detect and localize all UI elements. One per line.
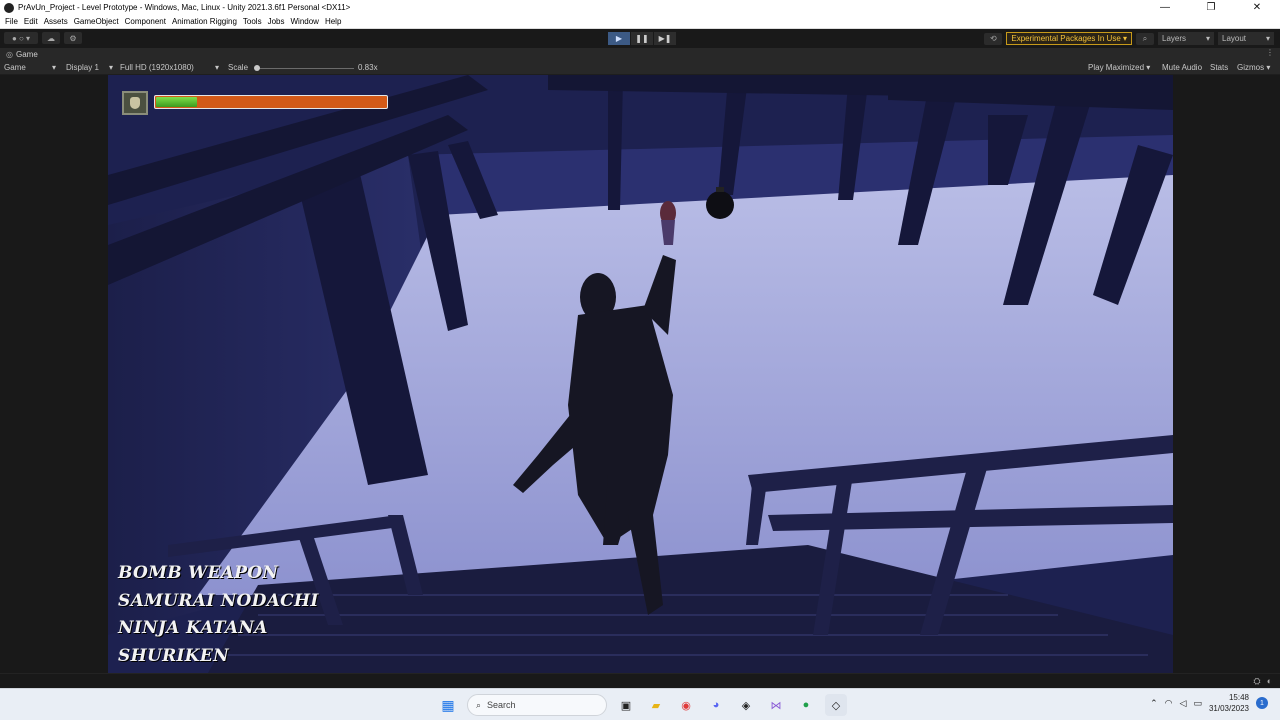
game-mode-dropdown[interactable]: Game <box>4 63 26 72</box>
history-button[interactable]: ⟲ <box>984 32 1003 45</box>
play-button[interactable]: ▶ <box>608 32 630 45</box>
chevron-down-icon: ▾ <box>109 63 114 72</box>
scale-label: Scale <box>228 63 249 72</box>
windows-logo-icon: ▦ <box>441 696 455 713</box>
task-view-icon[interactable]: ▣ <box>615 694 637 716</box>
file-explorer-icon[interactable]: ▰ <box>645 694 667 716</box>
taskbar-search[interactable]: ⌕ Search <box>467 694 607 716</box>
more-options-icon[interactable]: ⋮ <box>1266 48 1274 57</box>
chevron-down-icon: ▾ <box>1265 34 1270 43</box>
health-bar <box>154 95 388 109</box>
chevron-down-icon: ▾ <box>215 63 220 72</box>
menu-help[interactable]: Help <box>322 17 344 26</box>
search-icon: ⌕ <box>476 699 482 710</box>
unity-hub-icon[interactable]: ◈ <box>735 694 757 716</box>
menu-tools[interactable]: Tools <box>240 17 265 26</box>
player-portrait <box>122 91 148 115</box>
layout-label: Layout <box>1222 34 1247 43</box>
weapon-item[interactable]: NINJA KATANA <box>118 615 319 643</box>
account-icon: ● ○ ▾ <box>11 33 31 43</box>
system-clock[interactable]: 15:48 31/03/2023 <box>1209 692 1249 714</box>
game-controller-icon: ◎ <box>6 50 13 59</box>
menu-window[interactable]: Window <box>288 17 322 26</box>
resolution-dropdown[interactable]: Full HD (1920x1080) <box>120 63 194 72</box>
cloud-button[interactable]: ☁ <box>42 32 60 44</box>
display-dropdown[interactable]: Display 1 <box>66 63 99 72</box>
game-view-controls: Game ▾ Display 1 ▾ Full HD (1920x1080) ▾… <box>0 61 1280 75</box>
chevron-up-icon[interactable]: ⌃ <box>1150 698 1158 709</box>
scale-slider-track[interactable] <box>256 68 354 69</box>
health-bar-fill <box>156 97 197 107</box>
chevron-down-icon: ▾ <box>52 63 57 72</box>
clock-time: 15:48 <box>1228 693 1249 702</box>
unity-editor-icon[interactable]: ◇ <box>825 694 847 716</box>
gizmos-dropdown[interactable]: Gizmos ▾ <box>1237 63 1270 72</box>
collab-button[interactable]: ⚙ <box>64 32 82 44</box>
search-button[interactable]: ⌕ <box>1136 32 1154 45</box>
main-toolbar: ● ○ ▾ ☁ ⚙ ▶ ❚❚ ▶❚ ⟲ Experimental Package… <box>0 29 1280 48</box>
menu-animation-rigging[interactable]: Animation Rigging <box>169 17 240 26</box>
editor-status-bar: ⛭ ◐ <box>0 673 1280 688</box>
play-controls: ▶ ❚❚ ▶❚ <box>608 32 676 45</box>
cloud-icon: ☁ <box>47 33 55 43</box>
title-bar: PrAvUn_Project - Level Prototype - Windo… <box>0 0 1280 15</box>
menu-file[interactable]: File <box>2 17 21 26</box>
close-button[interactable]: ✕ <box>1234 0 1280 15</box>
tab-game[interactable]: Game <box>16 50 38 59</box>
game-tab-strip: ◎ Game ⋮ <box>0 48 1280 61</box>
weapon-list: BOMB WEAPON SAMURAI NODACHI NINJA KATANA… <box>118 560 319 670</box>
pause-button[interactable]: ❚❚ <box>631 32 653 45</box>
menu-bar: File Edit Assets GameObject Component An… <box>0 15 1280 29</box>
volume-icon[interactable]: ◁ <box>1180 698 1187 709</box>
layout-dropdown[interactable]: Layout ▾ <box>1218 32 1274 45</box>
scale-value: 0.83x <box>358 63 378 72</box>
discord-icon[interactable]: ◕ <box>705 694 727 716</box>
search-icon: ⌕ <box>1142 33 1148 43</box>
menu-assets[interactable]: Assets <box>41 17 71 26</box>
battery-icon[interactable]: ▭ <box>1193 698 1202 709</box>
unity-logo-icon <box>4 2 14 13</box>
chevron-down-icon: ▾ <box>1205 34 1210 43</box>
notification-badge[interactable]: 1 <box>1256 697 1268 709</box>
start-button[interactable]: ▦ <box>437 694 459 716</box>
weapon-item[interactable]: SAMURAI NODACHI <box>118 588 319 616</box>
play-maximized-dropdown[interactable]: Play Maximized ▾ <box>1088 63 1150 72</box>
collab-icon: ⚙ <box>69 33 77 43</box>
visual-studio-icon[interactable]: ⋈ <box>765 694 787 716</box>
gizmos-label: Gizmos <box>1237 63 1265 72</box>
weapon-item[interactable]: BOMB WEAPON <box>118 560 319 588</box>
search-placeholder: Search <box>487 700 516 710</box>
account-dropdown[interactable]: ● ○ ▾ <box>4 32 38 44</box>
player-face-icon <box>130 97 140 109</box>
clock-date: 31/03/2023 <box>1208 704 1249 713</box>
debug-icon[interactable]: ⛭ <box>1253 676 1260 687</box>
layers-label: Layers <box>1162 34 1187 43</box>
mute-audio-toggle[interactable]: Mute Audio <box>1162 63 1202 72</box>
scale-slider-handle[interactable] <box>254 65 260 71</box>
experimental-packages-dropdown[interactable]: Experimental Packages In Use ▾ <box>1006 32 1132 45</box>
play-icon: ▶ <box>615 34 623 43</box>
vivaldi-icon[interactable]: ◉ <box>675 694 697 716</box>
menu-jobs[interactable]: Jobs <box>265 17 288 26</box>
stats-toggle[interactable]: Stats <box>1210 63 1228 72</box>
step-button[interactable]: ▶❚ <box>654 32 676 45</box>
layers-dropdown[interactable]: Layers ▾ <box>1158 32 1214 45</box>
play-maximized-label: Play Maximized <box>1088 63 1145 72</box>
menu-component[interactable]: Component <box>122 17 169 26</box>
window-title: PrAvUn_Project - Level Prototype - Windo… <box>18 3 351 12</box>
game-mode-label: Game <box>4 63 26 72</box>
evernote-icon[interactable]: ● <box>795 694 817 716</box>
history-icon: ⟲ <box>990 34 997 43</box>
windows-taskbar: ▦ ⌕ Search ▣ ▰ ◉ ◕ ◈ ⋈ ● ◇ ⌃ ◠ ◁ ▭ 15:48… <box>0 688 1280 720</box>
progress-icon: ◐ <box>1266 676 1272 686</box>
menu-edit[interactable]: Edit <box>21 17 41 26</box>
pause-icon: ❚❚ <box>635 34 649 43</box>
menu-gameobject[interactable]: GameObject <box>71 17 122 26</box>
step-icon: ▶❚ <box>658 34 672 43</box>
minimize-button[interactable]: — <box>1142 0 1188 15</box>
maximize-button[interactable]: ❐ <box>1188 0 1234 15</box>
wifi-icon[interactable]: ◠ <box>1165 698 1173 709</box>
weapon-item[interactable]: SHURIKEN <box>118 643 319 671</box>
